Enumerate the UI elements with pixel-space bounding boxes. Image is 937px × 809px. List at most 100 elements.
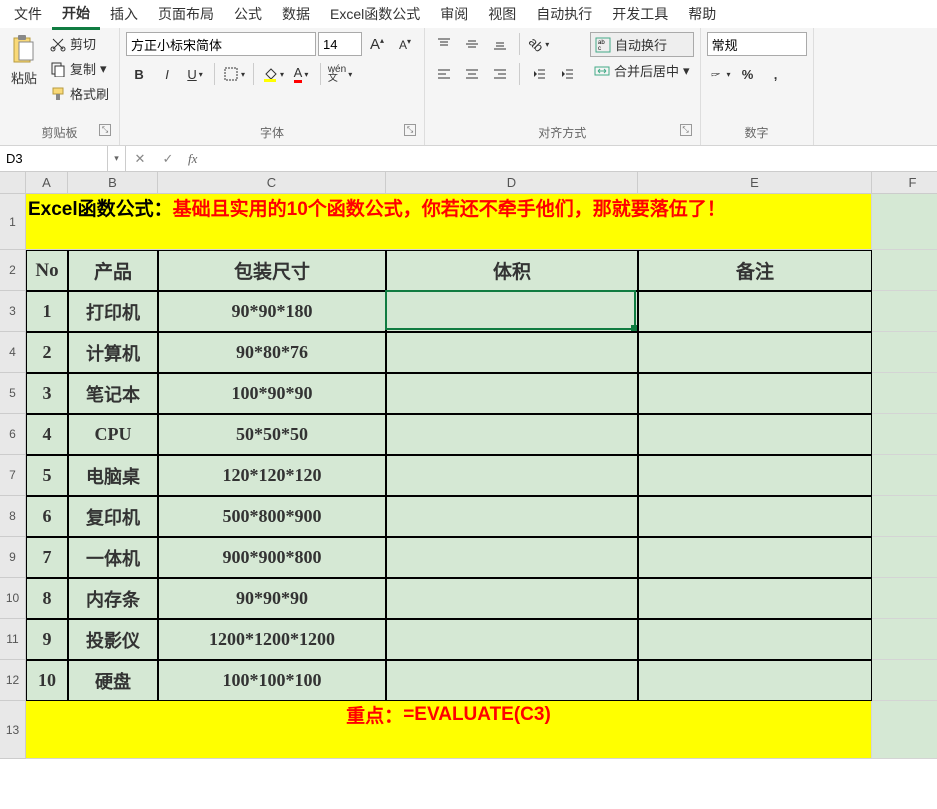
cells-area[interactable]: Excel函数公式：基础且实用的10个函数公式，你若还不牵手他们，那就要落伍了！… xyxy=(26,194,937,759)
dialog-launcher[interactable]: ⤡ xyxy=(680,124,692,136)
italic-button[interactable]: I xyxy=(154,62,180,86)
tab-自动执行[interactable]: 自动执行 xyxy=(526,0,602,28)
table-cell[interactable] xyxy=(386,455,638,496)
column-header-B[interactable]: B xyxy=(68,172,158,194)
table-cell[interactable]: 900*900*800 xyxy=(158,537,386,578)
table-cell[interactable]: 3 xyxy=(26,373,68,414)
table-cell[interactable] xyxy=(638,373,872,414)
row-header-2[interactable]: 2 xyxy=(0,250,26,291)
phonetic-button[interactable]: wén文▾ xyxy=(327,62,353,86)
table-cell[interactable]: 90*90*180 xyxy=(158,291,386,332)
table-cell[interactable] xyxy=(386,660,638,701)
tab-Excel函数公式[interactable]: Excel函数公式 xyxy=(320,0,430,28)
tab-公式[interactable]: 公式 xyxy=(224,0,272,28)
table-cell[interactable] xyxy=(386,291,638,332)
column-header-A[interactable]: A xyxy=(26,172,68,194)
table-cell[interactable]: 打印机 xyxy=(68,291,158,332)
wrap-text-button[interactable]: abc自动换行 xyxy=(590,32,694,57)
tab-数据[interactable]: 数据 xyxy=(272,0,320,28)
tab-插入[interactable]: 插入 xyxy=(100,0,148,28)
table-cell[interactable]: 8 xyxy=(26,578,68,619)
accounting-format-button[interactable]: 🖙▾ xyxy=(707,62,733,86)
align-middle-button[interactable] xyxy=(459,32,485,56)
column-header-C[interactable]: C xyxy=(158,172,386,194)
row-header-12[interactable]: 12 xyxy=(0,660,26,701)
table-cell[interactable]: 复印机 xyxy=(68,496,158,537)
align-left-button[interactable] xyxy=(431,62,457,86)
tab-开发工具[interactable]: 开发工具 xyxy=(602,0,678,28)
table-cell[interactable]: 10 xyxy=(26,660,68,701)
column-header-E[interactable]: E xyxy=(638,172,872,194)
table-cell[interactable]: 90*80*76 xyxy=(158,332,386,373)
merge-center-button[interactable]: 合并后居中▾ xyxy=(590,59,694,82)
copy-button[interactable]: 复制▾ xyxy=(46,57,113,80)
table-cell[interactable] xyxy=(638,332,872,373)
border-button[interactable]: ▾ xyxy=(221,62,247,86)
table-cell[interactable]: 9 xyxy=(26,619,68,660)
row-header-8[interactable]: 8 xyxy=(0,496,26,537)
row-header-4[interactable]: 4 xyxy=(0,332,26,373)
font-color-button[interactable]: A▾ xyxy=(288,62,314,86)
table-cell[interactable]: 一体机 xyxy=(68,537,158,578)
table-cell[interactable] xyxy=(638,578,872,619)
column-header-D[interactable]: D xyxy=(386,172,638,194)
table-cell[interactable] xyxy=(386,373,638,414)
format-painter-button[interactable]: 格式刷 xyxy=(46,82,113,105)
table-cell[interactable]: 100*90*90 xyxy=(158,373,386,414)
decrease-font-button[interactable]: A▾ xyxy=(392,32,418,56)
row-header-13[interactable]: 13 xyxy=(0,701,26,759)
table-cell[interactable]: 1200*1200*1200 xyxy=(158,619,386,660)
dialog-launcher[interactable]: ⤡ xyxy=(99,124,111,136)
table-header[interactable]: No xyxy=(26,250,68,291)
column-header-F[interactable]: F xyxy=(872,172,937,194)
tab-页面布局[interactable]: 页面布局 xyxy=(148,0,224,28)
row-header-3[interactable]: 3 xyxy=(0,291,26,332)
table-cell[interactable] xyxy=(638,496,872,537)
row-header-5[interactable]: 5 xyxy=(0,373,26,414)
table-cell[interactable]: 2 xyxy=(26,332,68,373)
orientation-button[interactable]: ab▾ xyxy=(526,32,552,56)
table-cell[interactable] xyxy=(386,619,638,660)
fx-icon[interactable]: fx xyxy=(182,151,203,167)
tab-开始[interactable]: 开始 xyxy=(52,0,100,30)
table-cell[interactable]: 1 xyxy=(26,291,68,332)
table-cell[interactable]: 120*120*120 xyxy=(158,455,386,496)
paste-button[interactable]: 粘贴 xyxy=(6,32,42,89)
table-cell[interactable]: 6 xyxy=(26,496,68,537)
font-size-select[interactable] xyxy=(318,32,362,56)
table-cell[interactable] xyxy=(638,619,872,660)
comma-button[interactable]: , xyxy=(763,62,789,86)
tab-帮助[interactable]: 帮助 xyxy=(678,0,726,28)
increase-font-button[interactable]: A▴ xyxy=(364,32,390,56)
table-cell[interactable]: 内存条 xyxy=(68,578,158,619)
table-cell[interactable]: 投影仪 xyxy=(68,619,158,660)
select-all-corner[interactable] xyxy=(0,172,26,194)
table-cell[interactable]: 500*800*900 xyxy=(158,496,386,537)
row-header-11[interactable]: 11 xyxy=(0,619,26,660)
table-cell[interactable]: 硬盘 xyxy=(68,660,158,701)
table-cell[interactable] xyxy=(386,537,638,578)
table-cell[interactable]: 计算机 xyxy=(68,332,158,373)
align-center-button[interactable] xyxy=(459,62,485,86)
table-cell[interactable]: 7 xyxy=(26,537,68,578)
table-cell[interactable]: 90*90*90 xyxy=(158,578,386,619)
tab-审阅[interactable]: 审阅 xyxy=(430,0,478,28)
table-cell[interactable]: 4 xyxy=(26,414,68,455)
fill-color-button[interactable]: ▾ xyxy=(260,62,286,86)
table-header[interactable]: 备注 xyxy=(638,250,872,291)
percent-button[interactable]: % xyxy=(735,62,761,86)
tab-视图[interactable]: 视图 xyxy=(478,0,526,28)
table-cell[interactable]: 电脑桌 xyxy=(68,455,158,496)
table-cell[interactable] xyxy=(386,414,638,455)
table-cell[interactable] xyxy=(638,537,872,578)
row-header-7[interactable]: 7 xyxy=(0,455,26,496)
cancel-formula-button[interactable]: ✕ xyxy=(126,151,154,167)
cut-button[interactable]: 剪切 xyxy=(46,32,113,55)
table-cell[interactable] xyxy=(386,578,638,619)
table-cell[interactable]: CPU xyxy=(68,414,158,455)
table-cell[interactable] xyxy=(386,332,638,373)
table-cell[interactable] xyxy=(638,291,872,332)
increase-indent-button[interactable] xyxy=(554,62,580,86)
tab-文件[interactable]: 文件 xyxy=(4,0,52,28)
table-header[interactable]: 产品 xyxy=(68,250,158,291)
